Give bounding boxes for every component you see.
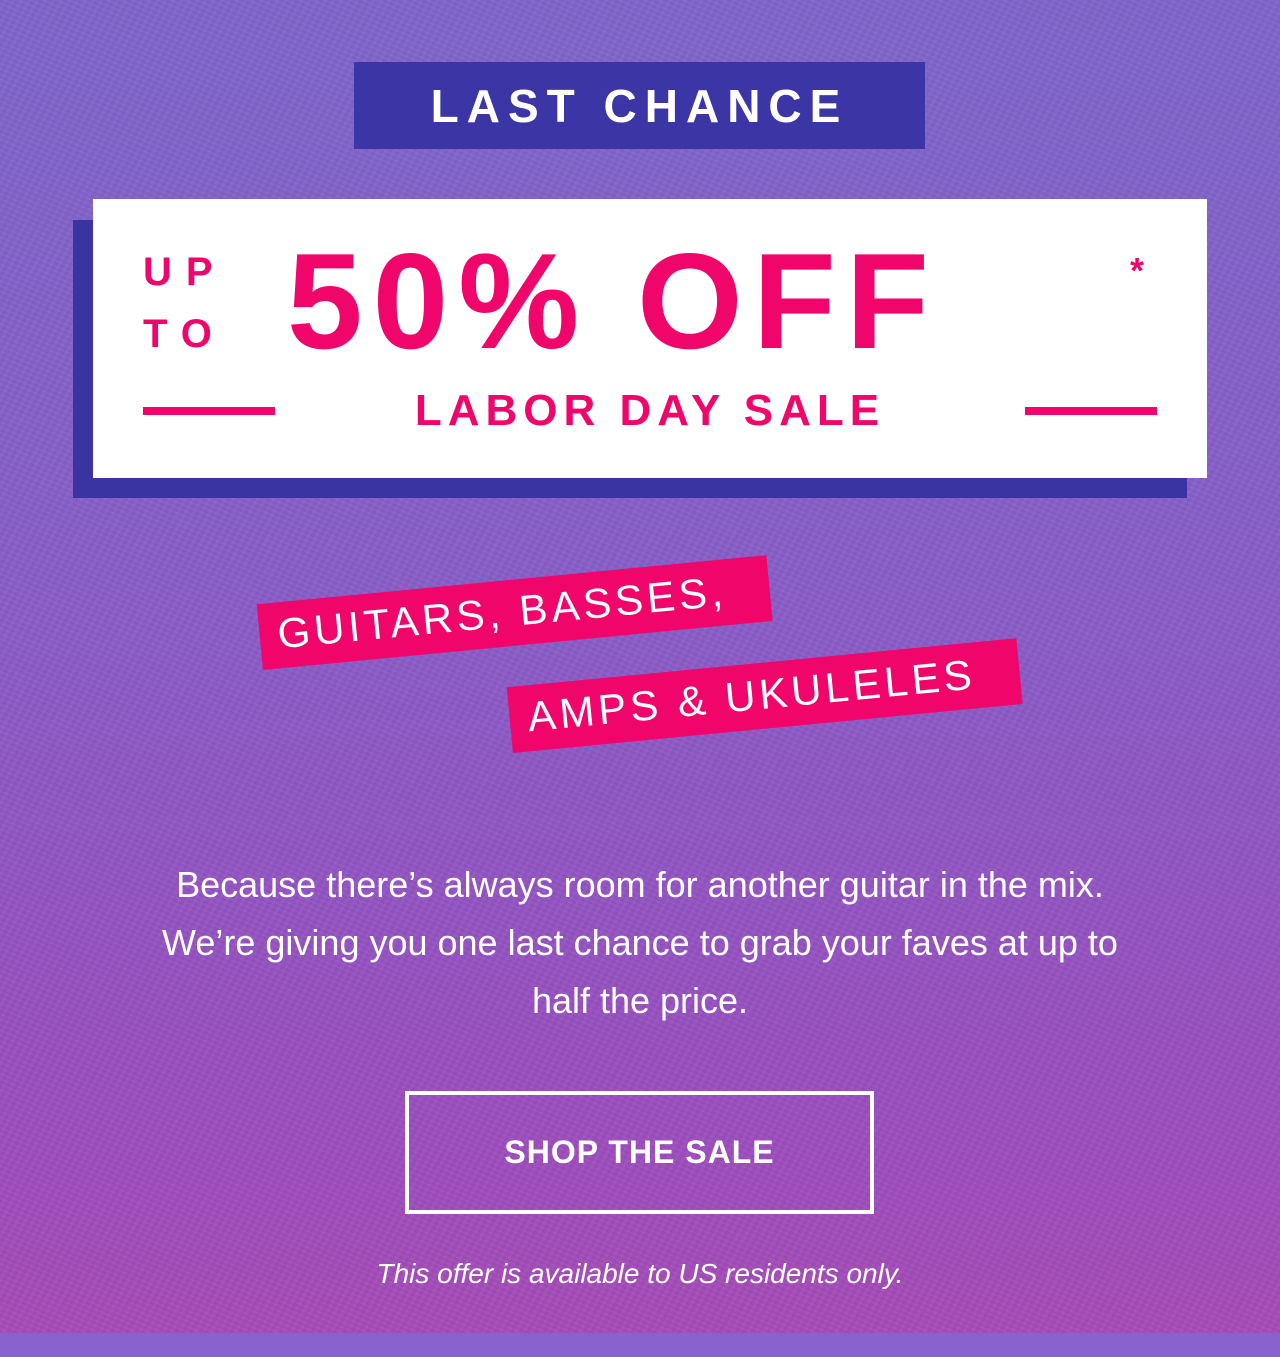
offer-disclaimer: This offer is available to US residents … xyxy=(376,1258,904,1289)
offer-headline: 50% OFF xyxy=(287,225,939,377)
event-label: LABOR DAY SALE xyxy=(414,386,886,435)
divider-left xyxy=(143,407,275,415)
category-label-amps-ukuleles: AMPS & UKULELES xyxy=(506,638,1023,753)
last-chance-tag: LAST CHANCE xyxy=(354,62,925,149)
divider-right xyxy=(1025,407,1157,415)
category-label-guitars-basses: GUITARS, BASSES, xyxy=(256,555,773,670)
footer-strip xyxy=(0,1333,1280,1357)
shop-the-sale-button[interactable]: SHOP THE SALE xyxy=(405,1091,874,1214)
offer-asterisk: * xyxy=(1130,250,1145,291)
promo-body-copy: Because there’s always room for another … xyxy=(162,864,1118,1021)
offer-prefix-up: UP xyxy=(143,250,227,294)
offer-prefix-to: TO xyxy=(143,312,226,356)
